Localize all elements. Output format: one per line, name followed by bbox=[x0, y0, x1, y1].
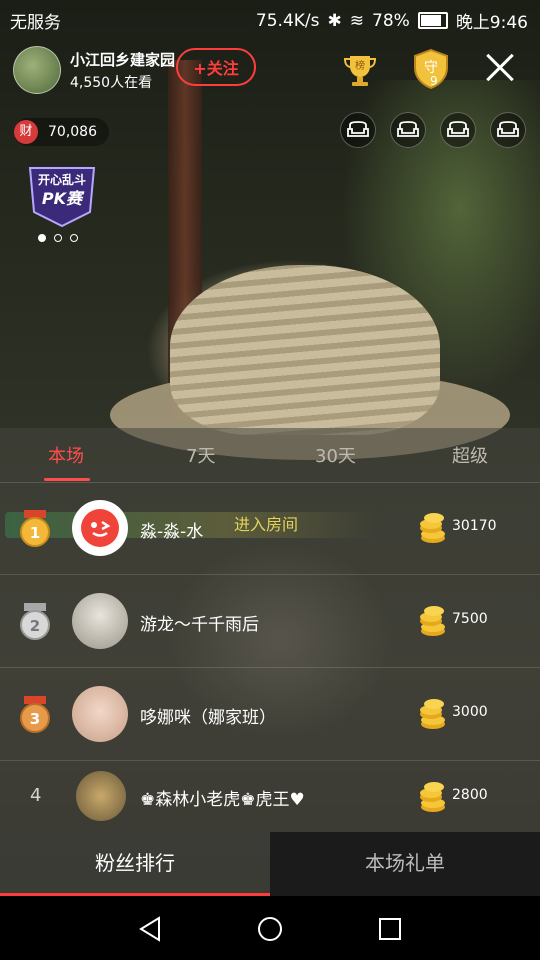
avatar[interactable] bbox=[72, 686, 128, 742]
straw-hat-crown bbox=[170, 265, 440, 435]
status-bar: 无服务 75.4K/s ✱ ≋ 78% 晚上9:46 bbox=[0, 0, 540, 36]
tab-super[interactable]: 超级 bbox=[452, 442, 488, 468]
ranking-row[interactable]: 4 ♚森林小老虎♚虎王♥ 2800 bbox=[0, 761, 540, 831]
fan-score: 7500 bbox=[452, 611, 488, 627]
gold-coins-icon bbox=[420, 606, 445, 636]
tab-fans-ranking[interactable]: 粉丝排行 bbox=[0, 832, 270, 896]
fan-name: ♚森林小老虎♚虎王♥ bbox=[140, 790, 305, 810]
battery-percent: 78% bbox=[372, 10, 410, 31]
ranking-row[interactable]: 3 哆娜咪（娜家班） 3000 bbox=[0, 668, 540, 761]
rank-number: 3 bbox=[30, 710, 40, 728]
tab-7-days[interactable]: 7天 bbox=[186, 442, 215, 468]
gold-coins-icon bbox=[420, 782, 445, 812]
gold-medal-icon: 1 bbox=[20, 510, 50, 547]
rank-number: 2 bbox=[30, 617, 40, 635]
pk-banner-line2: PK赛 bbox=[42, 189, 85, 208]
rank-number: 1 bbox=[30, 524, 40, 542]
system-nav-bar bbox=[0, 896, 540, 960]
gold-coins-icon bbox=[420, 513, 445, 543]
wifi-icon: ≋ bbox=[349, 10, 365, 31]
avatar[interactable] bbox=[72, 593, 128, 649]
banner-pager bbox=[38, 234, 78, 242]
ranking-row[interactable]: 1 淼-淼-水 30170 bbox=[0, 482, 540, 575]
pk-event-banner[interactable]: 开心乱斗 PK赛 bbox=[24, 162, 100, 230]
network-speed: 75.4K/s bbox=[255, 10, 320, 31]
clock: 晚上9:46 bbox=[455, 13, 528, 33]
trophy-label: 榜 bbox=[355, 59, 365, 72]
bluetooth-icon: ✱ bbox=[327, 10, 342, 31]
wealth-badge[interactable]: 财 70,086 bbox=[14, 118, 109, 146]
viewer-count: 4,550人在看 bbox=[70, 74, 153, 91]
wealth-value: 70,086 bbox=[48, 124, 97, 140]
tab-this-show[interactable]: 本场 bbox=[48, 442, 84, 468]
host-card[interactable]: 小江回乡建家园 4,550人在看 bbox=[13, 46, 175, 94]
guard-count: 9 bbox=[430, 74, 438, 88]
carrier-text: 无服务 bbox=[10, 13, 61, 33]
bottom-tab-bar: 粉丝排行 本场礼单 bbox=[0, 832, 540, 896]
fan-score: 3000 bbox=[452, 704, 488, 720]
back-icon[interactable] bbox=[138, 916, 162, 942]
fan-name: 哆娜咪（娜家班） bbox=[140, 708, 276, 728]
home-icon[interactable] bbox=[256, 915, 284, 943]
ranking-tabs: 本场 7天 30天 超级 bbox=[0, 428, 540, 482]
rank-number: 4 bbox=[30, 785, 42, 806]
pager-dot bbox=[38, 234, 46, 242]
fan-name: 淼-淼-水 bbox=[140, 522, 204, 542]
trophy-rank-icon[interactable]: 榜 bbox=[342, 52, 378, 88]
avatar[interactable] bbox=[76, 771, 126, 821]
sofa-seat-icon[interactable] bbox=[390, 112, 426, 148]
close-icon[interactable] bbox=[484, 52, 516, 84]
fan-score: 2800 bbox=[452, 787, 488, 803]
vip-seats bbox=[340, 112, 526, 148]
tab-gift-list[interactable]: 本场礼单 bbox=[270, 832, 540, 896]
battery-icon bbox=[417, 12, 448, 29]
sofa-seat-icon[interactable] bbox=[490, 112, 526, 148]
pager-dot bbox=[54, 234, 62, 242]
fan-name: 游龙～千千雨后 bbox=[140, 615, 259, 635]
pager-dot bbox=[70, 234, 78, 242]
bronze-medal-icon: 3 bbox=[20, 696, 50, 733]
tab-30-days[interactable]: 30天 bbox=[315, 442, 356, 468]
recents-icon[interactable] bbox=[378, 917, 402, 941]
host-name: 小江回乡建家园 bbox=[70, 50, 176, 69]
follow-button[interactable]: +关注 bbox=[176, 48, 256, 86]
host-avatar[interactable] bbox=[13, 46, 61, 94]
avatar[interactable] bbox=[72, 500, 128, 556]
sofa-seat-icon[interactable] bbox=[340, 112, 376, 148]
fan-score: 30170 bbox=[452, 518, 497, 534]
ranking-row[interactable]: 2 游龙～千千雨后 7500 bbox=[0, 575, 540, 668]
sofa-seat-icon[interactable] bbox=[440, 112, 476, 148]
silver-medal-icon: 2 bbox=[20, 603, 50, 640]
active-tab-indicator bbox=[44, 478, 90, 481]
wealth-icon: 财 bbox=[14, 120, 38, 144]
pk-banner-line1: 开心乱斗 bbox=[38, 172, 86, 187]
gold-coins-icon bbox=[420, 699, 445, 729]
